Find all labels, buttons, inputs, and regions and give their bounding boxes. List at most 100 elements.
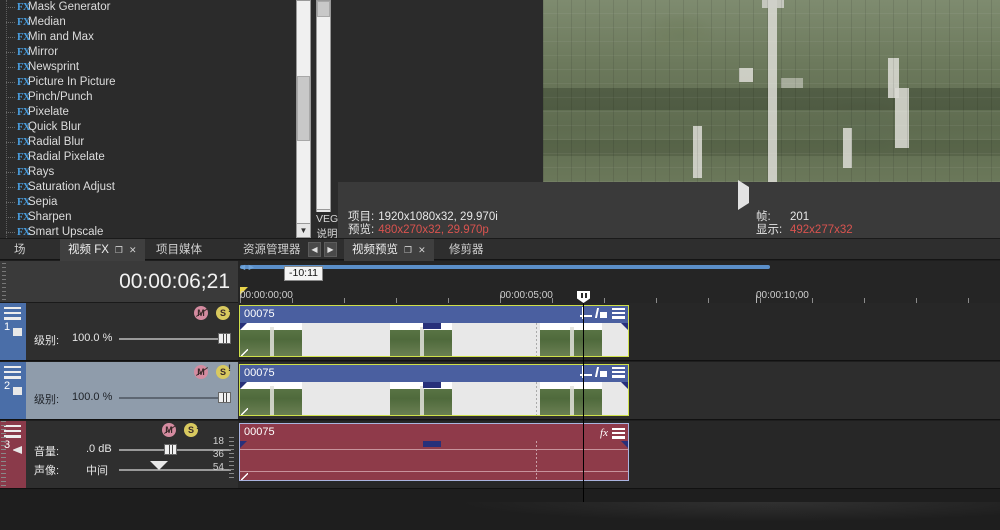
event-fx-icon[interactable]	[596, 307, 608, 319]
fx-list-scrollbar[interactable]	[296, 0, 311, 238]
fx-list-item[interactable]: FX Smart Upscale	[0, 225, 296, 238]
clip-resize-grip[interactable]	[241, 473, 248, 480]
clip-menu-icon[interactable]	[612, 428, 625, 439]
tab-scene[interactable]: 场	[6, 239, 34, 261]
solo-icon[interactable]: S!	[216, 304, 231, 320]
track-header-2[interactable]: 2 M S! 级别: 100.0 %	[0, 362, 238, 420]
fx-list-item[interactable]: FX Min and Max	[0, 30, 296, 45]
tree-connector	[6, 157, 15, 158]
fx-list-item[interactable]: FX Saturation Adjust	[0, 180, 296, 195]
fx-item-label: Mirror	[28, 46, 59, 58]
fade-out-handle[interactable]	[621, 441, 628, 448]
fx-list-item[interactable]: FX Radial Blur	[0, 135, 296, 150]
clip-header[interactable]: 00075 fx	[240, 424, 628, 441]
fx-list-item[interactable]: FX Quick Blur	[0, 120, 296, 135]
tab-trimmer-label: 修剪器	[449, 243, 484, 256]
tab-scroll-right-button[interactable]: ▶	[324, 242, 337, 257]
video-fx-panel: FX Mask Generator FX Median FX Min and Max FX M…	[0, 0, 338, 238]
track-1-level-fader-knob[interactable]	[218, 333, 231, 344]
track-lane-2[interactable]: 00075	[238, 362, 1000, 420]
track-1-color-strip: 1	[0, 303, 26, 360]
track-header-3[interactable]: 3 M S! 音量: .0 dB 声像: 中间 18 36	[0, 421, 238, 489]
fx-list-item[interactable]: FX Sharpen	[0, 210, 296, 225]
fade-in-handle[interactable]	[240, 382, 247, 389]
tab-video-preview[interactable]: 视频预览 ❐ ✕	[344, 239, 434, 261]
fx-list-item[interactable]: FX Pinch/Punch	[0, 90, 296, 105]
track-2-level-fader-track[interactable]	[119, 397, 231, 399]
fade-in-handle[interactable]	[240, 441, 247, 448]
preview-canvas[interactable]	[338, 0, 1000, 182]
clip-header[interactable]: 00075	[240, 365, 628, 382]
fx-panel-scrollbar-thumb[interactable]	[317, 1, 330, 17]
track-1-level-label: 级别:	[34, 335, 60, 347]
tree-connector	[6, 127, 15, 128]
clip-header[interactable]: 00075	[240, 306, 628, 323]
timeline-ruler[interactable]: 00:00:00;00 00:00:05;00 00:00:10;00	[238, 290, 1000, 303]
fade-in-handle[interactable]	[240, 323, 247, 330]
tab-project-media[interactable]: 项目媒体	[148, 239, 210, 261]
track-1-level-fader-track[interactable]	[119, 338, 231, 340]
clip-track3-audio[interactable]: 00075 fx	[239, 423, 629, 481]
fx-list-item[interactable]: FX Newsprint	[0, 60, 296, 75]
tab-scroll-left-button[interactable]: ◀	[308, 242, 321, 257]
db-scale-54: 54	[212, 462, 224, 473]
fx-panel-scrollbar[interactable]	[316, 0, 331, 224]
mute-icon[interactable]: M	[194, 365, 209, 379]
pan-crop-icon[interactable]	[580, 366, 592, 378]
veg-help-badge[interactable]: VEG 说明	[316, 212, 338, 238]
tab-trimmer[interactable]: 修剪器	[441, 239, 492, 261]
tab-project-media-label: 项目媒体	[156, 243, 202, 256]
float-icon[interactable]: ❐	[404, 240, 412, 261]
clip-menu-icon[interactable]	[612, 366, 625, 378]
event-fx-icon[interactable]	[596, 366, 608, 378]
tab-video-fx[interactable]: 视频 FX ❐ ✕	[60, 239, 145, 261]
fx-list-scrollbar-thumb[interactable]	[297, 76, 310, 141]
timeline-empty-area[interactable]	[238, 502, 1000, 530]
play-icon[interactable]	[738, 180, 749, 210]
fx-list-item[interactable]: FX Rays	[0, 165, 296, 180]
track-lane-1[interactable]: 00075	[238, 303, 1000, 361]
close-icon[interactable]: ✕	[129, 240, 137, 261]
fx-list-item[interactable]: FX Picture In Picture	[0, 75, 296, 90]
fx-list-item[interactable]: FX Median	[0, 15, 296, 30]
track-header-1[interactable]: 1 M S! 级别: 100.0 %	[0, 303, 238, 361]
clip-menu-icon[interactable]	[612, 307, 625, 319]
track-3-volume-fader-knob[interactable]	[164, 444, 177, 455]
timecode-display[interactable]: 00:00:06;21	[0, 261, 238, 303]
clip-resize-grip[interactable]	[241, 408, 248, 415]
event-fx-icon[interactable]: fx	[600, 425, 608, 442]
fx-list-item[interactable]: FX Sepia	[0, 195, 296, 210]
track-menu-icon[interactable]	[4, 425, 21, 438]
fx-list-item[interactable]: FX Radial Pixelate	[0, 150, 296, 165]
track-2-level-fader-knob[interactable]	[218, 392, 231, 403]
veg-badge-line1: VEG	[316, 213, 338, 225]
track-3-pan-knob[interactable]	[150, 461, 168, 470]
fx-list-item[interactable]: FX Mirror	[0, 45, 296, 60]
video-fx-list[interactable]: FX Mask Generator FX Median FX Min and Max FX M…	[0, 0, 296, 238]
fade-out-handle[interactable]	[621, 323, 628, 330]
close-icon[interactable]: ✕	[418, 240, 426, 261]
solo-icon[interactable]: S!	[184, 421, 199, 437]
ruler-label: 00:00:10;00	[756, 290, 809, 301]
fx-list-scroll-down-arrow[interactable]: ▼	[296, 223, 311, 238]
track-menu-icon[interactable]	[4, 307, 21, 320]
timeline-ruler-area[interactable]: ◄► -10:11 00:00:00;00 00:00:05;00 00:00:10…	[238, 261, 1000, 303]
fx-list-item[interactable]: FX Mask Generator	[0, 0, 296, 15]
track-lane-3[interactable]: 00075 fx	[238, 421, 1000, 489]
fx-icon: FX	[17, 167, 31, 178]
frame-value: 201	[790, 211, 810, 223]
fade-out-handle[interactable]	[621, 382, 628, 389]
fx-icon: FX	[17, 62, 31, 73]
clip-resize-grip[interactable]	[241, 349, 248, 356]
pan-crop-icon[interactable]	[580, 307, 592, 319]
float-icon[interactable]: ❐	[115, 240, 123, 261]
scroll-handle-icon[interactable]: ◄►	[238, 262, 256, 272]
mute-icon[interactable]: M	[162, 423, 177, 437]
solo-icon[interactable]: S!	[216, 363, 231, 379]
tab-explorer[interactable]: 资源管理器	[235, 239, 309, 261]
mute-icon[interactable]: M	[194, 306, 209, 320]
clip-track2[interactable]: 00075	[239, 364, 629, 416]
clip-track1[interactable]: 00075	[239, 305, 629, 357]
track-menu-icon[interactable]	[4, 366, 21, 379]
fx-list-item[interactable]: FX Pixelate	[0, 105, 296, 120]
